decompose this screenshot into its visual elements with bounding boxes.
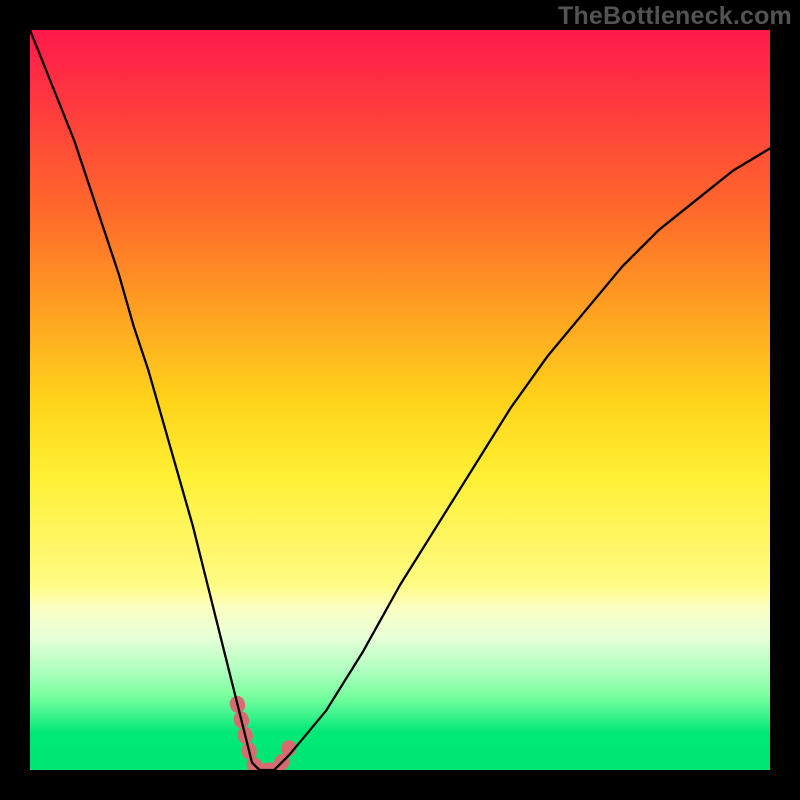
gradient-background: [30, 30, 770, 770]
attribution-label: TheBottleneck.com: [558, 2, 792, 31]
plot-svg: [30, 30, 770, 770]
plot-area: [30, 30, 770, 770]
chart-canvas: TheBottleneck.com: [0, 0, 800, 800]
